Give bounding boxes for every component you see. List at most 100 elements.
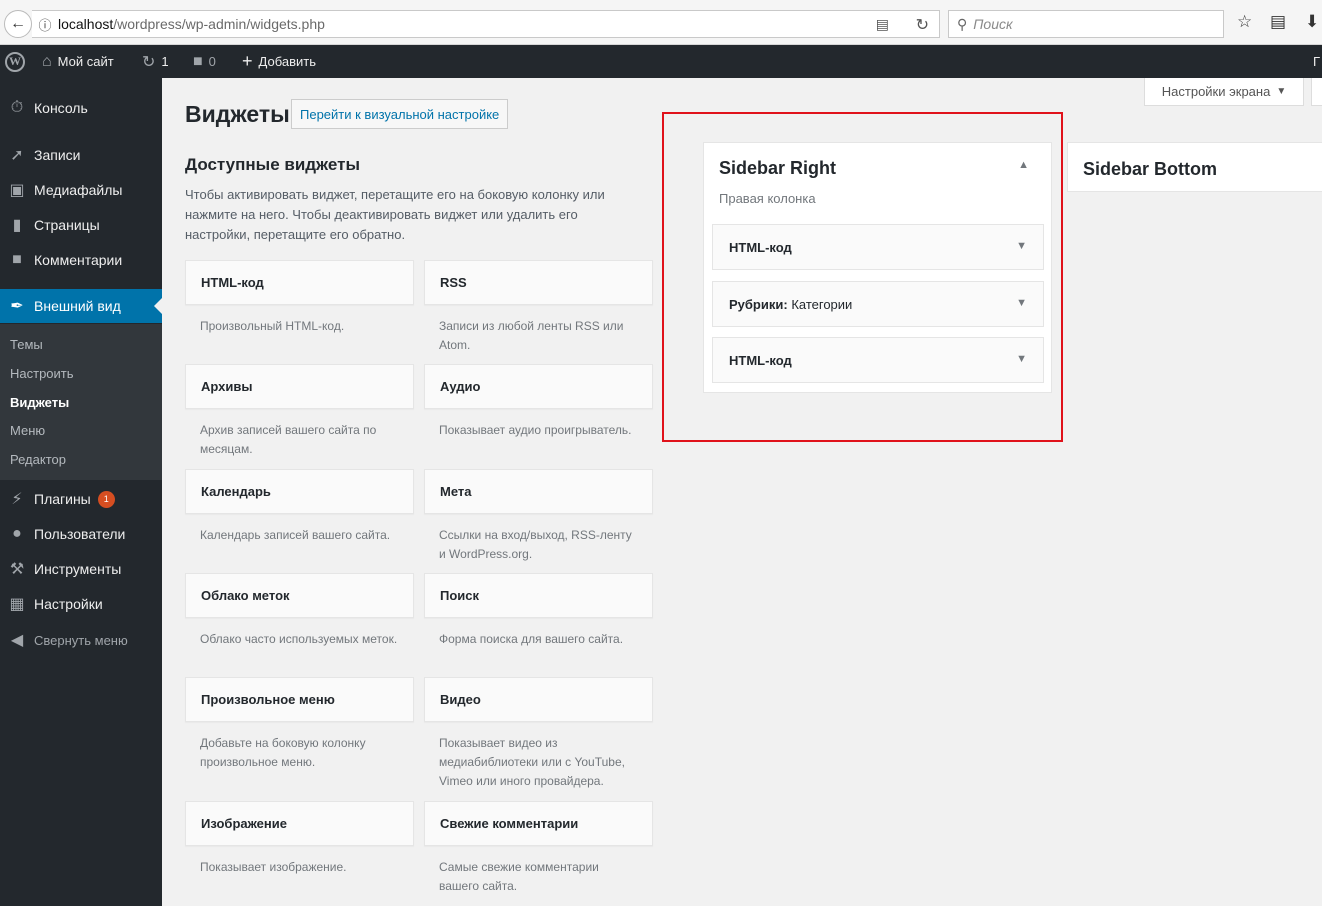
admin-menu: ⏱ Консоль ➚ Записи ▣ Медиафайлы ▮ Страни…: [0, 78, 162, 906]
menu-appearance[interactable]: ✒ Внешний вид: [0, 289, 162, 323]
widget-title[interactable]: Произвольное меню: [185, 677, 414, 722]
widget-title[interactable]: Свежие комментарии: [424, 801, 653, 846]
add-new-label: Добавить: [258, 54, 316, 69]
widget-title[interactable]: Аудио: [424, 364, 653, 409]
submenu-widgets[interactable]: Виджеты: [10, 395, 69, 410]
site-name-menu[interactable]: ⌂ Мой сайт: [42, 45, 114, 78]
menu-posts[interactable]: ➚ Записи: [0, 138, 162, 172]
updates-icon: ↻: [142, 53, 156, 71]
reload-icon[interactable]: ↻: [916, 15, 929, 35]
widget-description: Самые свежие комментарии вашего сайта.: [439, 860, 599, 893]
search-icon: ⚲: [957, 15, 968, 32]
widget-title[interactable]: Изображение: [185, 801, 414, 846]
widget-title[interactable]: HTML-код: [185, 260, 414, 305]
account-menu[interactable]: Г: [1313, 45, 1320, 78]
available-widgets-description: Чтобы активировать виджет, перетащите ег…: [185, 187, 605, 242]
widget-item[interactable]: RSS Записи из любой ленты RSS или Atom.: [424, 260, 653, 355]
menu-label: Настройки: [34, 596, 103, 612]
menu-pages[interactable]: ▮ Страницы: [0, 208, 162, 242]
comments-count: 0: [208, 54, 216, 69]
pin-icon: ➚: [10, 147, 24, 164]
collapse-icon: ◀: [10, 632, 24, 649]
menu-label: Страницы: [34, 217, 100, 233]
submenu-menus[interactable]: Меню: [10, 423, 45, 438]
submenu-themes[interactable]: Темы: [10, 337, 43, 352]
widget-title[interactable]: Видео: [424, 677, 653, 722]
widget-title[interactable]: RSS: [424, 260, 653, 305]
widget-item[interactable]: HTML-код Произвольный HTML-код.: [185, 260, 414, 336]
collapse-menu-button[interactable]: ◀ Свернуть меню: [0, 623, 162, 657]
download-icon[interactable]: ⬇: [1305, 12, 1319, 32]
menu-label: Записи: [34, 147, 81, 163]
widget-item[interactable]: Архивы Архив записей вашего сайта по мес…: [185, 364, 414, 459]
widget-item[interactable]: Аудио Показывает аудио проигрыватель.: [424, 364, 653, 440]
screen-options-label: Настройки экрана: [1161, 84, 1271, 99]
widget-title[interactable]: Поиск: [424, 573, 653, 618]
widget-item[interactable]: Поиск Форма поиска для вашего сайта.: [424, 573, 653, 649]
bookmark-star-icon[interactable]: ☆: [1237, 12, 1252, 32]
menu-dashboard[interactable]: ⏱ Консоль: [0, 91, 162, 125]
customizer-link-button[interactable]: Перейти к визуальной настройке: [291, 99, 509, 129]
highlight-annotation-box: [662, 112, 1063, 442]
widget-item[interactable]: Облако меток Облако часто используемых м…: [185, 573, 414, 649]
widget-description: Показывает видео из медиабиблиотеки или …: [439, 736, 625, 788]
menu-label: Консоль: [34, 100, 88, 116]
menu-label: Свернуть меню: [34, 632, 128, 648]
widget-description: Показывает аудио проигрыватель.: [439, 423, 632, 437]
settings-icon: ▦: [9, 596, 25, 613]
user-icon: ●: [12, 525, 22, 542]
comments-menu[interactable]: ■ 0: [193, 45, 216, 78]
menu-media[interactable]: ▣ Медиафайлы: [0, 173, 162, 207]
comment-icon: ■: [12, 251, 22, 268]
page-title: Виджеты: [185, 101, 290, 127]
menu-settings[interactable]: ▦ Настройки: [0, 587, 162, 621]
widget-description: Произвольный HTML-код.: [200, 319, 345, 333]
address-bar[interactable]: ⓘ localhost/wordpress/wp-admin/widgets.p…: [32, 10, 940, 38]
url-path: /wordpress/wp-admin/widgets.php: [113, 16, 325, 32]
submenu-editor[interactable]: Редактор: [10, 452, 66, 467]
browser-search-input[interactable]: ⚲ Поиск: [948, 10, 1224, 38]
info-icon[interactable]: ⓘ: [32, 15, 58, 34]
brush-icon: ✒: [10, 298, 24, 315]
sidebar-bottom-title: Sidebar Bottom: [1083, 159, 1218, 179]
widget-description: Архив записей вашего сайта по месяцам.: [200, 423, 377, 456]
sidebar-bottom-area[interactable]: Sidebar Bottom: [1067, 142, 1322, 192]
comment-bubble-icon: ■: [193, 52, 203, 70]
wp-logo-menu[interactable]: W: [5, 45, 25, 78]
appearance-submenu: Темы Настроить Виджеты Меню Редактор: [0, 324, 162, 480]
menu-plugins[interactable]: ⚡ Плагины 1: [0, 482, 162, 516]
widget-item[interactable]: Календарь Календарь записей вашего сайта…: [185, 469, 414, 545]
screen-options-button[interactable]: Настройки экрана ▼: [1144, 78, 1304, 106]
widget-title[interactable]: Архивы: [185, 364, 414, 409]
available-widgets-title: Доступные виджеты: [185, 155, 360, 174]
help-tab-button[interactable]: [1311, 78, 1322, 106]
dashboard-icon: ⏱: [10, 99, 24, 116]
widget-item[interactable]: Мета Ссылки на вход/выход, RSS-ленту и W…: [424, 469, 653, 564]
widget-title[interactable]: Мета: [424, 469, 653, 514]
submenu-customize[interactable]: Настроить: [10, 366, 74, 381]
library-icon[interactable]: ▤: [1270, 12, 1286, 32]
widget-description: Показывает изображение.: [200, 860, 347, 874]
menu-label: Инструменты: [34, 561, 122, 577]
wordpress-logo-icon: W: [5, 51, 25, 72]
menu-users[interactable]: ● Пользователи: [0, 517, 162, 551]
widget-item[interactable]: Свежие комментарии Самые свежие коммента…: [424, 801, 653, 896]
widget-title[interactable]: Календарь: [185, 469, 414, 514]
page-icon: ▮: [12, 217, 22, 234]
widget-item[interactable]: Произвольное меню Добавьте на боковую ко…: [185, 677, 414, 772]
widget-description: Добавьте на боковую колонку произвольное…: [200, 736, 366, 769]
media-icon: ▣: [9, 182, 25, 199]
widget-item[interactable]: Видео Показывает видео из медиабиблиотек…: [424, 677, 653, 791]
updates-menu[interactable]: ↻ 1: [142, 45, 169, 78]
plugins-update-badge: 1: [97, 490, 115, 508]
widget-item[interactable]: Изображение Показывает изображение.: [185, 801, 414, 877]
back-button[interactable]: ←: [4, 10, 32, 38]
widget-description: Форма поиска для вашего сайта.: [439, 632, 624, 646]
widget-title[interactable]: Облако меток: [185, 573, 414, 618]
menu-tools[interactable]: ⚒ Инструменты: [0, 552, 162, 586]
new-content-menu[interactable]: + Добавить: [242, 45, 316, 78]
menu-comments[interactable]: ■ Комментарии: [0, 243, 162, 277]
menu-label: Комментарии: [34, 252, 123, 268]
reader-view-icon[interactable]: ▤: [876, 16, 889, 33]
wrench-icon: ⚒: [9, 561, 25, 578]
